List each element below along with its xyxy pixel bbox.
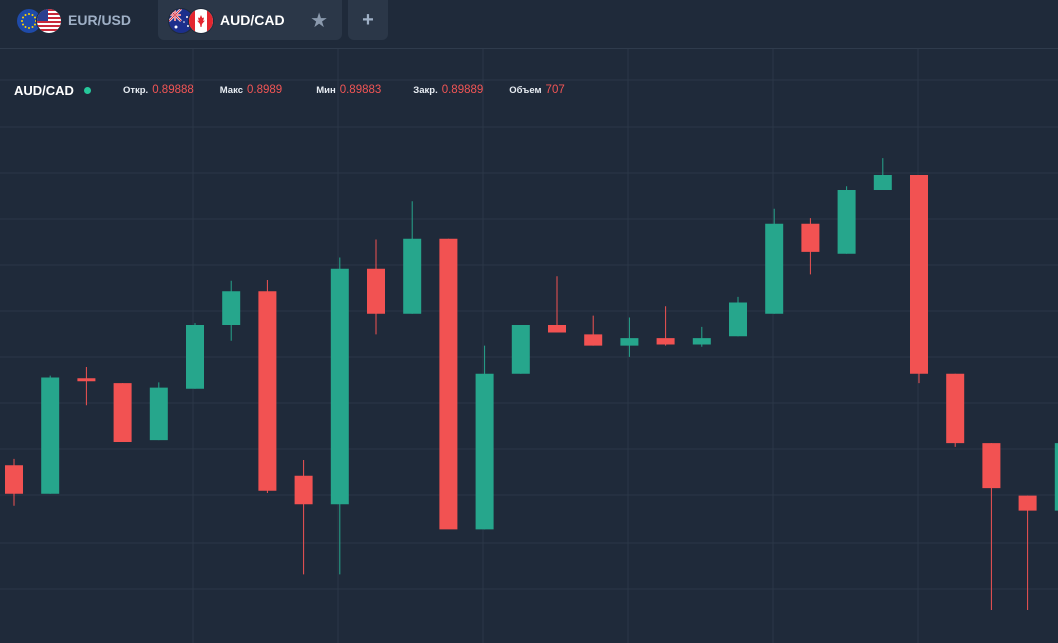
ohlc-legend: AUD/CAD Откр. 0.89888 Макс 0.8989 Мин 0.… <box>14 82 565 98</box>
candle-body-up <box>837 190 856 254</box>
low-label: Мин <box>316 84 336 96</box>
candle-body-up <box>475 373 494 530</box>
candle-body-down <box>801 223 820 252</box>
candle-body-up <box>692 338 711 345</box>
candle-body-up <box>765 223 784 314</box>
candle <box>729 296 747 337</box>
candle-body-up <box>41 377 60 494</box>
high-label: Макс <box>219 84 244 96</box>
candle <box>982 443 1001 610</box>
candle-body-up <box>149 387 168 441</box>
candle <box>620 317 639 357</box>
candle-body-down <box>946 373 965 444</box>
candle-body-down <box>258 291 277 491</box>
candle <box>294 460 313 575</box>
candle-body-down <box>910 175 928 374</box>
tab-bar: EUR/USD AUD/CAD ★ + <box>0 0 1058 49</box>
candle-body-up <box>729 302 747 337</box>
volume-label: Объем <box>509 84 542 96</box>
candle-body-down <box>548 325 566 333</box>
candle <box>258 280 277 493</box>
candle <box>548 276 566 333</box>
ca-flag-icon <box>188 8 214 34</box>
candle <box>511 325 530 374</box>
legend-symbol: AUD/CAD <box>14 82 74 98</box>
candle <box>584 315 603 346</box>
candle <box>403 201 422 314</box>
tab-eur-usd[interactable]: EUR/USD <box>8 0 150 40</box>
candle-body-down <box>1018 495 1037 511</box>
candle <box>656 306 675 346</box>
high-value: 0.8989 <box>247 84 283 96</box>
tab-label: AUD/CAD <box>220 12 285 28</box>
candle <box>910 175 928 384</box>
candle <box>77 367 96 406</box>
candle <box>946 373 965 447</box>
candle <box>1018 495 1037 610</box>
candle <box>873 158 892 190</box>
candle <box>113 383 132 442</box>
currency-flags <box>168 7 214 34</box>
candle <box>439 238 458 530</box>
candle <box>222 280 241 341</box>
favorite-star-icon[interactable]: ★ <box>310 8 328 33</box>
candlestick-chart[interactable] <box>0 49 1058 643</box>
low-value: 0.89883 <box>339 84 382 96</box>
candle-body-down <box>656 338 675 345</box>
close-value: 0.89889 <box>441 84 484 96</box>
candle <box>5 458 23 506</box>
candle-body-up <box>186 325 204 389</box>
candle-body-up <box>222 291 241 325</box>
candle <box>837 186 856 254</box>
chart-area[interactable] <box>0 49 1058 643</box>
us-flag-icon <box>36 8 62 34</box>
candle-body-up <box>403 238 422 314</box>
candle <box>765 208 784 314</box>
candle <box>149 382 168 441</box>
candle <box>330 257 349 575</box>
currency-flags <box>16 7 62 34</box>
candle-body-up <box>330 268 349 505</box>
candle <box>475 345 494 530</box>
volume-value: 707 <box>545 84 565 96</box>
candle <box>692 326 711 347</box>
candle <box>41 375 60 494</box>
tab-aud-cad[interactable]: AUD/CAD ★ <box>158 0 342 40</box>
candle-body-down <box>113 383 132 442</box>
candle-body-down <box>982 443 1001 489</box>
close-label: Закр. <box>413 84 438 96</box>
candle-body-down <box>367 268 385 314</box>
tab-label: EUR/USD <box>68 12 132 28</box>
candle-body-down <box>77 378 96 382</box>
candle-body-up <box>620 338 639 346</box>
candle-body-down <box>5 465 23 494</box>
candle <box>801 218 820 275</box>
candle <box>186 323 204 389</box>
candle-body-down <box>439 238 458 530</box>
candle <box>367 239 385 335</box>
candle-body-up <box>873 175 892 190</box>
candle-body-down <box>584 334 603 346</box>
status-dot <box>83 86 91 94</box>
open-value: 0.89888 <box>152 84 194 96</box>
candle-body-down <box>294 475 313 505</box>
candle-body-up <box>511 325 530 374</box>
add-tab-button[interactable]: + <box>348 0 388 40</box>
open-label: Откр. <box>122 84 149 96</box>
